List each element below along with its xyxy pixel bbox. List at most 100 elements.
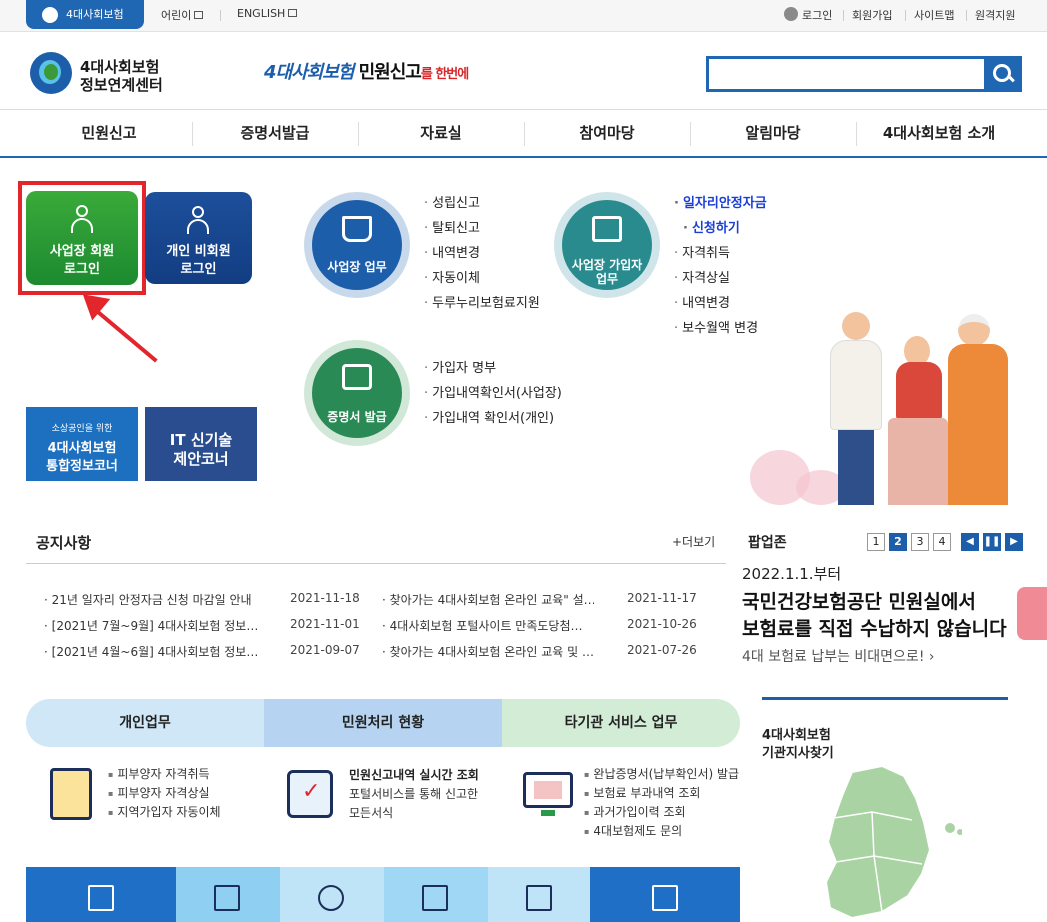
certificate-item-roster[interactable]: 가입자 명부: [424, 356, 562, 381]
notice-item[interactable]: · [2021년 4월~6월] 4대사회보험 정보…: [44, 643, 276, 660]
tab-complaint-status[interactable]: 민원처리 현황: [264, 699, 502, 747]
nav-participation[interactable]: 참여마당: [524, 110, 690, 156]
tab-4insurance[interactable]: 4대사회보험: [26, 0, 144, 29]
personal-item-lose[interactable]: 피부양자 자격상실: [108, 784, 221, 803]
worker-body-red: [896, 362, 942, 420]
job-stability-apply-link[interactable]: 신청하기: [674, 216, 767, 241]
english-link[interactable]: ENGLISH: [237, 7, 298, 20]
popup-page-1[interactable]: 1: [867, 533, 885, 551]
search-button[interactable]: [984, 56, 1022, 92]
popup-subtext[interactable]: 4대 보험료 납부는 비대면으로! ›: [742, 646, 935, 666]
personal-item-autopay[interactable]: 지역가입자 자동이체: [108, 803, 220, 822]
other-agency-list: 완납증명서(납부확인서) 발급 보험료 부과내역 조회 과거가입이력 조회 4대…: [584, 765, 739, 841]
tab-other-agency[interactable]: 타기관 서비스 업무: [502, 699, 740, 747]
notice-item[interactable]: · 4대사회보험 포털사이트 만족도당첨…: [382, 617, 594, 634]
personal-item-acquire[interactable]: 피부양자 자격취득: [108, 765, 221, 784]
workplace-item-establish[interactable]: 성립신고: [424, 191, 540, 216]
notice-item[interactable]: · 21년 일자리 안정자금 신청 마감일 안내: [44, 591, 276, 608]
popup-side-tab[interactable]: [1017, 587, 1047, 640]
workplace-item-durunuri[interactable]: 두루누리보험료지원: [424, 291, 540, 316]
join-link[interactable]: 회원가입: [852, 7, 892, 23]
certificate-circle[interactable]: 증명서 발급: [304, 340, 410, 446]
personal-login-button[interactable]: 개인 비회원 로그인: [145, 192, 252, 284]
notice-item-title: [2021년 4월~6월] 4대사회보험 정보…: [51, 645, 259, 659]
popup-page-3[interactable]: 3: [911, 533, 929, 551]
workplace-item-withdraw[interactable]: 탈퇴신고: [424, 216, 540, 241]
branch-title-line2: 기관지사찾기: [762, 746, 834, 761]
worker-body-white: [830, 340, 882, 430]
business-login-button[interactable]: 사업장 회원 로그인: [26, 191, 138, 285]
korea-map-icon[interactable]: [812, 762, 962, 922]
branch-divider: [762, 697, 1008, 700]
certificate-item-personal[interactable]: 가입내역 확인서(개인): [424, 406, 562, 431]
personal-login-line1: 개인 비회원: [166, 244, 231, 259]
other-item-history[interactable]: 과거가입이력 조회: [584, 803, 739, 822]
workers-illustration: [746, 300, 1026, 505]
realtime-status-link[interactable]: 민원신고내역 실시간 조회: [349, 766, 479, 783]
pause-icon[interactable]: ❚❚: [983, 533, 1001, 551]
notice-item-title: 찾아가는 4대사회보험 온라인 교육 및 …: [389, 645, 594, 659]
quick-menu-5[interactable]: [488, 867, 590, 922]
kids-link[interactable]: 어린이: [161, 7, 204, 23]
page-root: 4대사회보험 어린이 ENGLISH 로그인 회원가입 사이트맵 원격지원 4대…: [0, 0, 1047, 922]
certificate-item-workplace[interactable]: 가입내역확인서(사업장): [424, 381, 562, 406]
notice-item-title: [2021년 7월~9월] 4대사회보험 정보…: [51, 619, 259, 633]
kids-label: 어린이: [161, 9, 192, 22]
branch-title-line1: 4대사회보험: [762, 728, 831, 743]
next-arrow-icon[interactable]: ▶: [1005, 533, 1023, 551]
popup-page-2[interactable]: 2: [889, 533, 907, 551]
notice-item[interactable]: · [2021년 7월~9월] 4대사회보험 정보…: [44, 617, 276, 634]
small-banner-line3: 통합정보코너: [46, 459, 118, 474]
login-link[interactable]: 로그인: [802, 7, 832, 23]
quick-menu-3[interactable]: [280, 867, 384, 922]
prev-arrow-icon[interactable]: ◀: [961, 533, 979, 551]
other-item-levy[interactable]: 보험료 부과내역 조회: [584, 784, 739, 803]
worker-head-helmet: [958, 314, 990, 346]
quick-menu-4[interactable]: [384, 867, 488, 922]
search-input[interactable]: [706, 56, 984, 92]
personal-service-list: 피부양자 자격취득 피부양자 자격상실 지역가입자 자동이체: [108, 765, 221, 822]
tab-personal-service[interactable]: 개인업무: [26, 699, 264, 747]
popup-headline-line2[interactable]: 보험료를 직접 수납하지 않습니다: [742, 614, 1007, 641]
divider: [966, 10, 967, 21]
popup-headline-line1[interactable]: 국민건강보험공단 민원실에서: [742, 587, 976, 614]
other-item-payment-cert[interactable]: 완납증명서(납부확인서) 발급: [584, 765, 739, 784]
sitemap-link[interactable]: 사이트맵: [914, 7, 954, 23]
notice-item[interactable]: · 찾아가는 4대사회보험 온라인 교육" 설…: [382, 591, 594, 608]
small-banner-line1: 소상공인을 위한: [51, 424, 113, 434]
job-stability-fund-link[interactable]: 일자리안정자금: [674, 191, 767, 216]
other-item-inquiry[interactable]: 4대보험제도 문의: [584, 822, 739, 841]
popup-page-4[interactable]: 4: [933, 533, 951, 551]
divider: [905, 10, 906, 21]
notice-date: 2021-07-26: [627, 643, 697, 657]
member-item-lose[interactable]: 자격상실: [674, 266, 767, 291]
status-desc-line2: 모든서식: [349, 806, 394, 820]
notice-date: 2021-10-26: [627, 617, 697, 631]
nav-complaint[interactable]: 민원신고: [26, 110, 192, 156]
it-proposal-banner[interactable]: IT 신기술 제안코너: [145, 407, 257, 481]
certificate-label: 증명서 발급: [327, 410, 387, 424]
slogan-part-a: 4대사회보험: [264, 62, 354, 83]
small-business-banner[interactable]: 소상공인을 위한 4대사회보험 통합정보코너: [26, 407, 138, 481]
member-item-acquire[interactable]: 자격취득: [674, 241, 767, 266]
worker-body-orange: [948, 344, 1008, 505]
notice-more-link[interactable]: +더보기: [672, 533, 715, 550]
workplace-task-circle[interactable]: 사업장 업무: [304, 192, 410, 298]
center-logo-icon[interactable]: [30, 52, 72, 94]
workplace-item-change[interactable]: 내역변경: [424, 241, 540, 266]
red-arrow-shaft: [90, 305, 158, 363]
quick-menu-1[interactable]: [26, 867, 176, 922]
nav-notice[interactable]: 알림마당: [690, 110, 856, 156]
nav-certificate[interactable]: 증명서발급: [192, 110, 358, 156]
worker-head: [842, 312, 870, 340]
member-task-circle[interactable]: 사업장 가입자 업무: [554, 192, 660, 298]
remote-support-link[interactable]: 원격지원: [975, 7, 1015, 23]
nav-library[interactable]: 자료실: [358, 110, 524, 156]
logo-text-line2[interactable]: 정보연계센터: [80, 74, 163, 95]
nav-about[interactable]: 4대사회보험 소개: [856, 110, 1022, 156]
workplace-item-autopay[interactable]: 자동이체: [424, 266, 540, 291]
quick-menu-6[interactable]: [590, 867, 740, 922]
quick-menu-2[interactable]: [176, 867, 280, 922]
notice-item[interactable]: · 찾아가는 4대사회보험 온라인 교육 및 …: [382, 643, 594, 660]
notice-item-title: 4대사회보험 포털사이트 만족도당첨…: [389, 619, 583, 633]
